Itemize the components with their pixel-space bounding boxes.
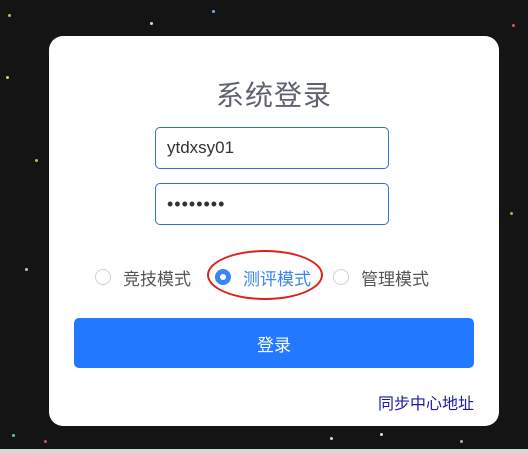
mode-option-competition[interactable]: 竞技模式 (95, 264, 191, 290)
login-title: 系统登录 (215, 79, 332, 112)
sync-center-address-link[interactable]: 同步中心地址 (378, 390, 474, 414)
mode-label: 测评模式 (243, 269, 311, 290)
star-dot (330, 437, 333, 440)
login-card: 系统登录 竞技模式 测评模式 管理模式 登录 同步中心地址 (49, 36, 499, 426)
username-input[interactable] (155, 127, 389, 169)
mode-label: 管理模式 (361, 269, 429, 290)
star-dot (12, 434, 15, 437)
star-dot (25, 268, 28, 271)
mode-radio-group: 竞技模式 测评模式 管理模式 (49, 264, 499, 290)
star-dot (44, 440, 47, 443)
radio-circle-icon[interactable] (95, 269, 111, 285)
star-dot (512, 24, 515, 27)
radio-checked-icon[interactable] (215, 269, 231, 285)
login-button[interactable]: 登录 (74, 318, 474, 368)
star-dot (35, 159, 38, 162)
star-dot (380, 433, 383, 436)
password-input[interactable] (155, 183, 389, 225)
radio-circle-icon[interactable] (333, 269, 349, 285)
bottom-strip (0, 449, 528, 453)
star-dot (460, 440, 463, 443)
mode-label: 竞技模式 (123, 269, 191, 290)
mode-option-management[interactable]: 管理模式 (333, 264, 429, 290)
mode-option-evaluation[interactable]: 测评模式 (215, 264, 311, 290)
star-dot (8, 14, 11, 17)
star-dot (6, 76, 9, 79)
star-dot (212, 10, 215, 13)
star-dot (150, 22, 153, 25)
star-dot (510, 212, 513, 215)
